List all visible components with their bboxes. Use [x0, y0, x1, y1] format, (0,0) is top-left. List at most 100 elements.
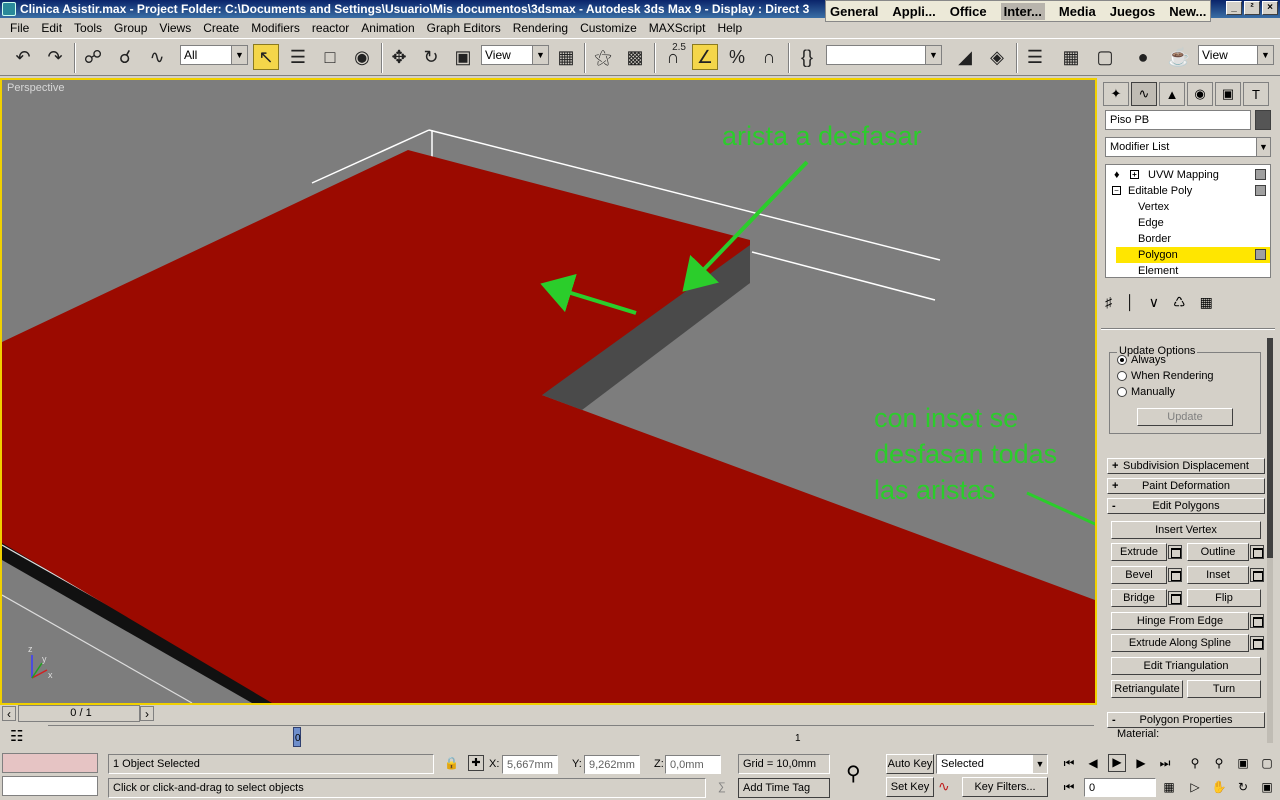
play-icon[interactable]: ▶ [1108, 754, 1126, 772]
render-type-dropdown[interactable]: View ▼ [1198, 45, 1274, 65]
menu-reactor[interactable]: reactor [306, 21, 355, 35]
extrude-settings-button[interactable] [1168, 545, 1182, 559]
unlink-icon[interactable]: ☌ [112, 44, 138, 70]
hinge-settings-button[interactable] [1250, 614, 1264, 628]
lock-selection-icon[interactable]: 🔒 [444, 756, 459, 770]
auto-key-button[interactable]: Auto Key [886, 754, 934, 774]
scale-icon[interactable]: ▣ [450, 44, 476, 70]
undo-icon[interactable]: ↶ [10, 44, 36, 70]
hierarchy-tab-icon[interactable]: ▲ [1159, 82, 1185, 106]
bind-space-warp-icon[interactable]: ∿ [144, 44, 170, 70]
stack-subobject-vertex[interactable]: Vertex [1138, 199, 1270, 215]
hinge-from-edge-button[interactable]: Hinge From Edge [1111, 612, 1249, 630]
next-frame-icon[interactable]: ▶ [1132, 756, 1150, 770]
window-crossing-icon[interactable]: ◉ [349, 44, 375, 70]
time-slider-next-icon[interactable]: › [140, 706, 154, 721]
mini-curve-editor-icon[interactable]: ☷ [10, 727, 23, 745]
close-button[interactable]: × [1262, 1, 1278, 15]
expand-icon[interactable]: + [1130, 170, 1139, 179]
menu-group[interactable]: Group [108, 21, 153, 35]
collapse-icon[interactable]: − [1112, 186, 1121, 195]
move-icon[interactable]: ✥ [386, 44, 412, 70]
align-icon[interactable]: ◈ [984, 44, 1010, 70]
taskbar-tab-games[interactable]: Juegos [1110, 4, 1156, 19]
key-icon[interactable]: ⚲ [846, 761, 861, 786]
outline-settings-button[interactable] [1250, 545, 1264, 559]
edit-polygons-rollout[interactable]: - Edit Polygons [1107, 498, 1265, 514]
lightbulb-icon[interactable]: ♦ [1114, 167, 1120, 183]
rectangular-selection-icon[interactable]: □ [317, 44, 343, 70]
curve-editor-icon[interactable]: ▦ [1058, 44, 1084, 70]
bridge-settings-button[interactable] [1168, 591, 1182, 605]
utilities-tab-icon[interactable]: T [1243, 82, 1269, 106]
taskbar-tab-office[interactable]: Office [950, 4, 987, 19]
default-tangents-icon[interactable]: ∿ [938, 778, 950, 795]
menu-tools[interactable]: Tools [68, 21, 108, 35]
object-color-swatch[interactable] [1255, 110, 1271, 130]
radio-when-rendering[interactable]: When Rendering [1117, 370, 1214, 382]
absolute-transform-icon[interactable]: ✚ [468, 755, 484, 771]
snap-toggle-icon[interactable]: 2.5 ∩ [660, 42, 686, 70]
material-editor-icon[interactable]: ● [1130, 44, 1156, 70]
minimize-button[interactable]: _ [1226, 1, 1242, 15]
edit-triangulation-button[interactable]: Edit Triangulation [1111, 657, 1261, 675]
taskbar-tab-applications[interactable]: Appli... [892, 4, 935, 19]
bridge-button[interactable]: Bridge [1111, 589, 1167, 607]
create-tab-icon[interactable]: ✦ [1103, 82, 1129, 106]
stack-subobject-polygon[interactable]: Polygon [1116, 247, 1270, 263]
go-to-end-icon[interactable]: ⏭ [1156, 756, 1174, 771]
command-panel-scrollbar[interactable] [1267, 338, 1273, 743]
add-time-tag-button[interactable]: Add Time Tag [738, 778, 830, 798]
menu-create[interactable]: Create [197, 21, 245, 35]
spinner-snap-icon[interactable]: ∩ [756, 44, 782, 70]
polygon-properties-rollout[interactable]: - Polygon Properties [1107, 712, 1265, 728]
menu-edit[interactable]: Edit [35, 21, 68, 35]
remove-modifier-icon[interactable]: ♺ [1173, 294, 1186, 311]
zoom-extents-icon[interactable]: ▣ [1234, 756, 1252, 770]
object-name-field[interactable]: Piso PB [1105, 110, 1251, 130]
time-configuration-icon[interactable]: ▦ [1160, 780, 1178, 794]
menu-file[interactable]: File [4, 21, 35, 35]
viewport-label[interactable]: Perspective [7, 82, 64, 94]
menu-views[interactable]: Views [153, 21, 197, 35]
select-and-link-icon[interactable]: ☍ [80, 44, 106, 70]
menu-modifiers[interactable]: Modifiers [245, 21, 306, 35]
menu-rendering[interactable]: Rendering [507, 21, 574, 35]
current-frame-field[interactable]: 0 [1084, 778, 1156, 797]
menu-help[interactable]: Help [711, 21, 748, 35]
flip-button[interactable]: Flip [1187, 589, 1261, 607]
y-coordinate-field[interactable]: 9,262mm [584, 755, 640, 774]
menu-customize[interactable]: Customize [574, 21, 643, 35]
arc-rotate-icon[interactable]: ↻ [1234, 780, 1252, 794]
maxscript-icon[interactable]: ∑ [718, 781, 726, 793]
pin-stack-icon[interactable]: ♯ [1105, 294, 1112, 311]
named-selection-dropdown[interactable]: ▼ [826, 45, 942, 65]
extrude-button[interactable]: Extrude [1111, 543, 1167, 561]
set-key-button[interactable]: Set Key [886, 777, 934, 797]
key-filters-button[interactable]: Key Filters... [962, 777, 1048, 797]
scrollbar-thumb[interactable] [1267, 338, 1273, 558]
pan-icon[interactable]: ✋ [1210, 780, 1228, 794]
insert-vertex-button[interactable]: Insert Vertex [1111, 521, 1261, 539]
key-mode-icon[interactable]: ⏮ [1060, 780, 1078, 795]
taskbar-tab-general[interactable]: General [830, 4, 878, 19]
inset-settings-button[interactable] [1250, 568, 1264, 582]
bevel-settings-button[interactable] [1168, 568, 1182, 582]
z-coordinate-field[interactable]: 0,0mm [665, 755, 721, 774]
selection-filter-dropdown[interactable]: All ▼ [180, 45, 248, 65]
configure-modifier-sets-icon[interactable]: ▦ [1200, 294, 1213, 311]
display-tab-icon[interactable]: ▣ [1215, 82, 1241, 106]
stack-item-uvw-mapping[interactable]: ♦ + UVW Mapping [1106, 167, 1270, 183]
extrude-along-spline-button[interactable]: Extrude Along Spline [1111, 634, 1249, 652]
maxscript-input-mini[interactable] [2, 776, 98, 796]
stack-item-toggle[interactable] [1255, 169, 1266, 180]
mirror-icon[interactable]: ◢ [952, 44, 978, 70]
perspective-viewport[interactable]: z y x Perspective arista a desfasar con … [0, 78, 1097, 705]
select-by-name-icon[interactable]: ☰ [285, 44, 311, 70]
stack-item-toggle[interactable] [1255, 185, 1266, 196]
angle-snap-icon[interactable]: ∠ [692, 44, 718, 70]
show-end-result-icon[interactable]: │ [1126, 294, 1135, 311]
subdivision-displacement-rollout[interactable]: + Subdivision Displacement [1107, 458, 1265, 474]
go-to-start-icon[interactable]: ⏮ [1060, 756, 1078, 771]
menu-graph-editors[interactable]: Graph Editors [421, 21, 507, 35]
